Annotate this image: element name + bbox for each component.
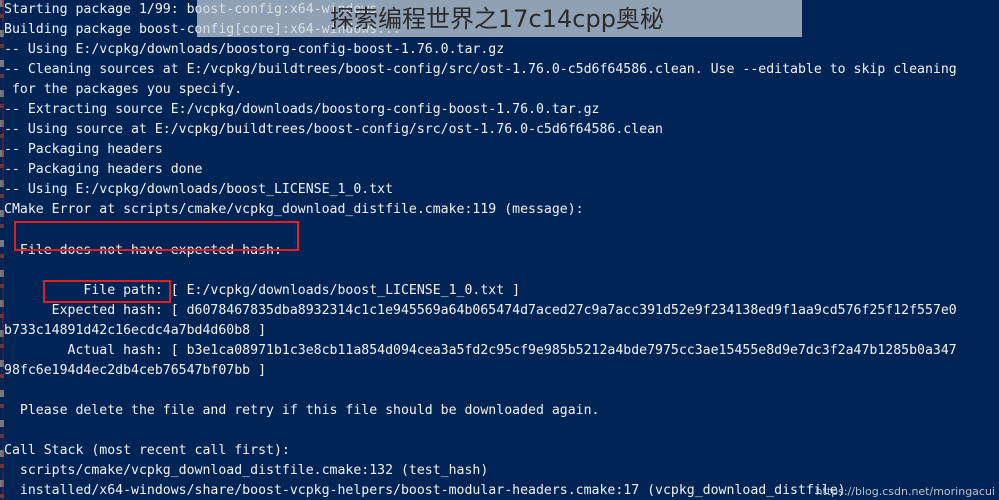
terminal-line: -- Packaging headers [4,142,163,158]
left-edge-red-artifact [2,0,4,500]
terminal-line: -- Extracting source E:/vcpkg/downloads/… [4,102,600,118]
annotation-box-file-hash [14,221,299,251]
terminal-line: -- Using E:/vcpkg/downloads/boostorg-con… [4,42,505,58]
terminal-line: for the packages you specify. [4,82,243,98]
terminal-line: 98fc6e194d4ec2db4ceb76547bf07bb ] [4,362,267,378]
overlay-banner-text: 探索编程世界之17c14cpp奥秘 [330,5,664,33]
terminal-line: CMake Error at scripts/cmake/vcpkg_downl… [4,202,584,218]
terminal-line: Actual hash: [ b3e1ca08971b1c3e8cb11a854… [4,342,957,358]
terminal-line: Expected hash: [ d6078467835dba8932314c1… [4,302,957,318]
terminal-line: Call Stack (most recent call first): [4,443,290,459]
blog-url-watermark: https://blog.csdn.net/moringacui [815,485,995,498]
terminal-line: -- Using E:/vcpkg/downloads/boost_LICENS… [4,182,394,198]
terminal-line: Please delete the file and retry if this… [4,402,600,418]
terminal-line: -- Packaging headers done [4,162,203,178]
terminal-line: -- Cleaning sources at E:/vcpkg/buildtre… [4,62,957,78]
console-window[interactable]: Starting package 1/99: boost-config:x64-… [0,0,999,500]
terminal-line: b733c14891d42c16ecdc4a7bd4d60b8 ] [4,322,267,338]
terminal-line: scripts/cmake/vcpkg_download_distfile.cm… [4,463,489,479]
annotation-box-expected-hash [43,280,171,303]
terminal-line: -- Using source at E:/vcpkg/buildtrees/b… [4,122,663,138]
